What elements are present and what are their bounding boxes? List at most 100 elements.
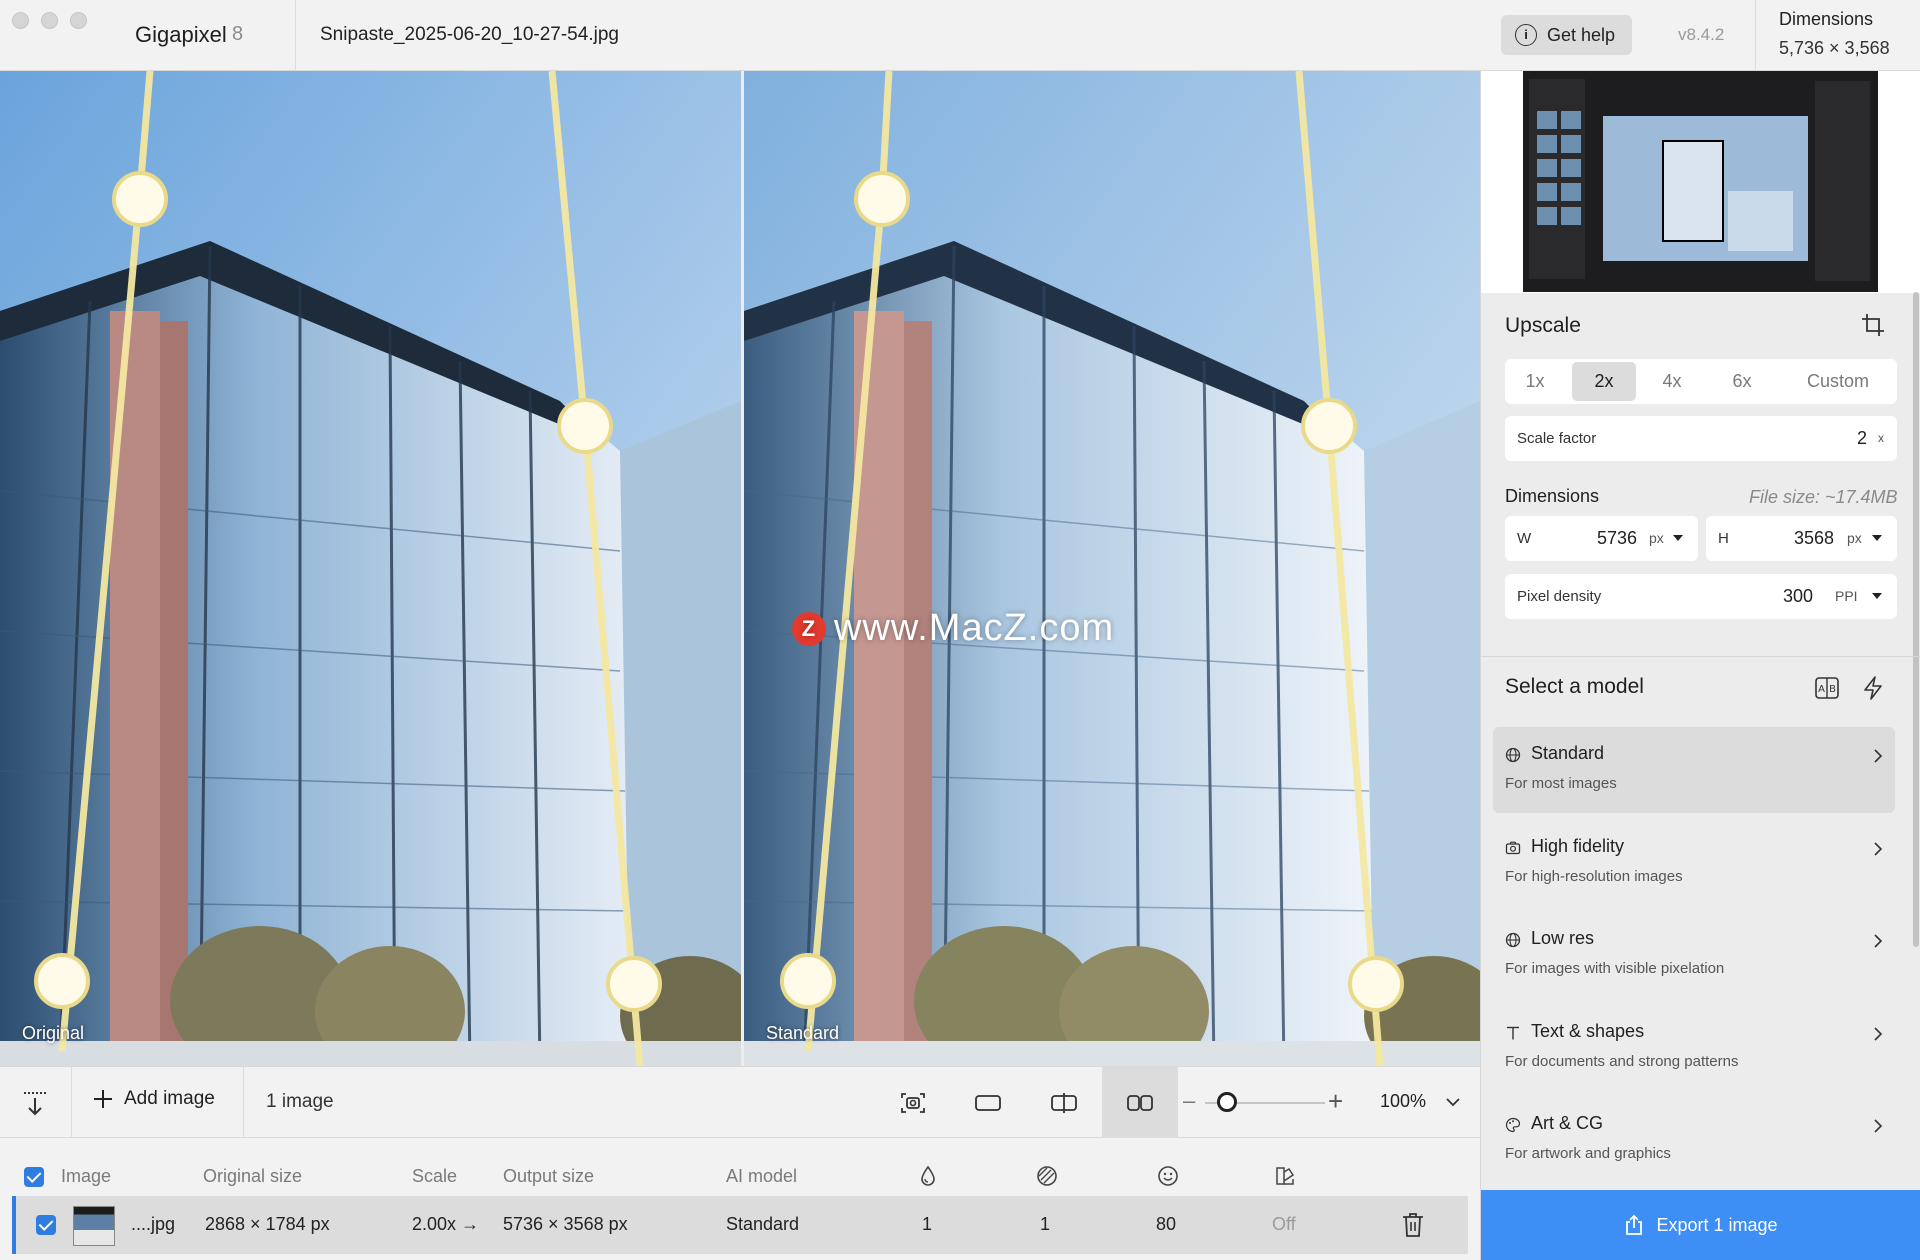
col-header-image[interactable]: Image (61, 1166, 111, 1187)
width-field[interactable]: W 5736 px (1505, 516, 1698, 561)
upscale-title: Upscale (1505, 314, 1581, 337)
model-name: Text & shapes (1531, 1021, 1645, 1041)
quick-mode-button[interactable] (1861, 675, 1885, 706)
col-header-original-size[interactable]: Original size (203, 1166, 302, 1187)
zoom-out-button[interactable]: – (1183, 1088, 1195, 1114)
model-description: For documents and strong patterns (1505, 1053, 1739, 1070)
minimize-window-button[interactable] (41, 12, 58, 29)
row-image-name: ....jpg (131, 1214, 176, 1234)
processed-image (744, 71, 1480, 1066)
model-name: Low res (1531, 928, 1595, 948)
app-name: Gigapixel (135, 22, 227, 47)
row-face-value: 80 (1156, 1214, 1177, 1234)
ab-compare-icon: A B (1815, 677, 1839, 699)
scale-option-2x[interactable]: 2x (1572, 362, 1636, 401)
model-high-fidelity[interactable]: High fidelity For high-resolution images (1493, 820, 1895, 906)
pixel-density-value[interactable]: 300 (1783, 586, 1813, 607)
zoom-slider-handle[interactable] (1217, 1092, 1238, 1112)
share-export-icon (1626, 1214, 1643, 1235)
text-icon (1507, 1026, 1519, 1040)
pixel-density-unit: PPI (1835, 588, 1858, 604)
original-pane[interactable]: Original (0, 71, 741, 1066)
bottom-toolbar: Add image 1 image – + 100% (0, 1066, 1480, 1138)
width-value[interactable]: 5736 (1597, 528, 1637, 549)
height-unit: px (1847, 530, 1862, 546)
chevron-right-icon (1874, 1119, 1883, 1133)
row-ai-model: Standard (726, 1214, 800, 1234)
export-button[interactable]: Export 1 image (1481, 1190, 1920, 1260)
screenshot-button[interactable] (885, 1067, 940, 1138)
delete-button[interactable] (1401, 1212, 1425, 1243)
split-view-button[interactable] (1036, 1067, 1091, 1138)
settings-panel: Upscale 1x 2x 4x 6x Custom Scale factor … (1480, 71, 1920, 1260)
zoom-in-button[interactable]: + (1328, 1086, 1343, 1117)
processed-pane[interactable]: Standard (744, 71, 1480, 1066)
model-standard[interactable]: Standard For most images (1493, 727, 1895, 813)
image-thumbnail (73, 1206, 115, 1246)
add-image-button[interactable]: Add image (92, 1088, 215, 1110)
compare-models-button[interactable]: A B (1814, 675, 1840, 706)
scale-factor-value[interactable]: 2 (1857, 428, 1867, 449)
row-checkbox[interactable] (36, 1215, 56, 1235)
navigator[interactable] (1481, 71, 1920, 293)
scale-option-1x[interactable]: 1x (1508, 362, 1562, 401)
col-header-ai-model[interactable]: AI model (726, 1166, 797, 1187)
zoom-window-button[interactable] (70, 12, 87, 29)
add-image-label: Add image (124, 1088, 215, 1109)
model-art-cg[interactable]: Art & CG For artwork and graphics (1493, 1097, 1895, 1183)
camera-icon (1505, 841, 1521, 855)
height-field[interactable]: H 3568 px (1706, 516, 1897, 561)
width-unit-dropdown[interactable] (1673, 535, 1683, 541)
scale-option-4x[interactable]: 4x (1642, 362, 1702, 401)
divider (1481, 656, 1920, 657)
scale-option-6x[interactable]: 6x (1712, 362, 1772, 401)
col-header-color[interactable] (1274, 1165, 1296, 1192)
import-button[interactable] (0, 1067, 70, 1138)
image-queue-table: Image Original size Scale Output size AI… (0, 1138, 1480, 1260)
model-low-res[interactable]: Low res For images with visible pixelati… (1493, 912, 1895, 998)
get-help-label: Get help (1547, 24, 1616, 45)
watermark-text: www.MacZ.com (834, 607, 1115, 649)
scale-factor-unit: x (1878, 431, 1884, 445)
side-by-side-view-button[interactable] (1102, 1067, 1178, 1138)
crop-button[interactable] (1860, 312, 1886, 343)
chevron-right-icon (1874, 934, 1883, 948)
chevron-right-icon (1874, 749, 1883, 763)
trash-icon (1403, 1213, 1423, 1237)
scale-option-custom[interactable]: Custom (1783, 362, 1893, 401)
pixel-density-dropdown[interactable] (1872, 593, 1882, 599)
model-text-shapes[interactable]: Text & shapes For documents and strong p… (1493, 1005, 1895, 1091)
camera-frame-icon (900, 1092, 925, 1113)
zoom-dropdown[interactable] (1444, 1089, 1462, 1120)
navigator-thumbnail[interactable] (1523, 71, 1878, 292)
col-header-face-recovery[interactable] (1157, 1165, 1179, 1192)
select-all-checkbox[interactable] (24, 1167, 44, 1187)
model-name: Standard (1531, 743, 1605, 763)
close-window-button[interactable] (12, 12, 29, 29)
globe-icon (1505, 932, 1521, 948)
panel-scrollbar[interactable] (1913, 292, 1919, 947)
col-header-output-size[interactable]: Output size (503, 1166, 594, 1187)
file-name: Snipaste_2025-06-20_10-27-54.jpg (320, 24, 619, 45)
model-name: Art & CG (1531, 1113, 1604, 1133)
image-preview[interactable]: Original Standard Z www.MacZ.com (0, 71, 1480, 1066)
original-image (0, 71, 741, 1066)
height-value[interactable]: 3568 (1794, 528, 1834, 549)
height-unit-dropdown[interactable] (1872, 535, 1882, 541)
svg-text:A: A (1818, 684, 1825, 695)
col-header-denoise[interactable] (919, 1165, 937, 1192)
pixel-density-field[interactable]: Pixel density 300 PPI (1505, 574, 1897, 619)
crop-icon (1862, 314, 1884, 336)
get-help-button[interactable]: i Get help (1501, 15, 1632, 55)
title-bar: Gigapixel 8 Snipaste_2025-06-20_10-27-54… (0, 0, 1920, 71)
row-scale: 2.00x → (412, 1214, 480, 1234)
col-header-sharpen[interactable] (1036, 1165, 1058, 1192)
model-description: For high-resolution images (1505, 868, 1683, 885)
image-count: 1 image (266, 1091, 334, 1112)
height-label: H (1718, 530, 1729, 547)
table-row[interactable]: ....jpg 2868 × 1784 px 2.00x → 5736 × 35… (12, 1196, 1468, 1254)
scale-factor-field[interactable]: Scale factor 2 x (1505, 416, 1897, 461)
col-header-scale[interactable]: Scale (412, 1166, 457, 1187)
width-unit: px (1649, 530, 1664, 546)
single-view-button[interactable] (960, 1067, 1015, 1138)
